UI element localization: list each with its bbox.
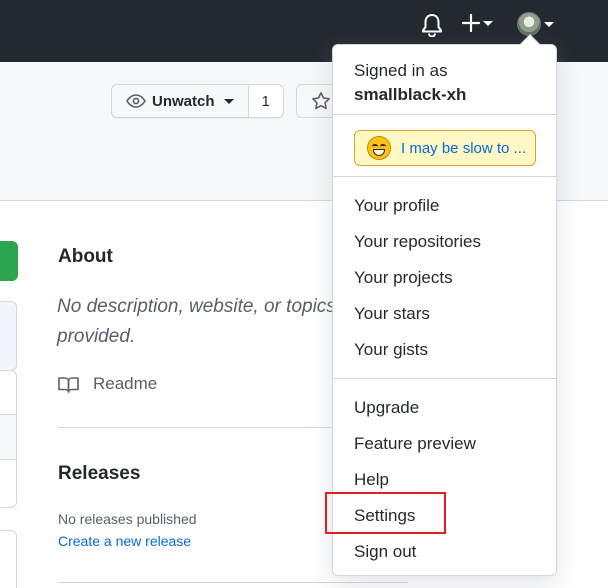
- unwatch-button[interactable]: Unwatch: [112, 85, 248, 117]
- menu-item-your-projects[interactable]: Your projects: [354, 267, 453, 289]
- readme-box: [0, 530, 17, 588]
- about-description: No description, website, or topics provi…: [57, 296, 336, 347]
- code-button[interactable]: [0, 241, 18, 281]
- status-text: I may be slow to ...: [401, 139, 527, 157]
- menu-divider: [333, 176, 556, 177]
- star-icon: [312, 92, 330, 110]
- avatar: [517, 12, 541, 36]
- menu-item-sign-out[interactable]: Sign out: [354, 541, 416, 563]
- signed-in-label: Signed in as: [354, 61, 448, 80]
- settings-highlight-box: [325, 492, 446, 534]
- create-release-link[interactable]: Create a new release: [58, 533, 191, 549]
- menu-item-help[interactable]: Help: [354, 469, 389, 491]
- menu-item-your-stars[interactable]: Your stars: [354, 303, 430, 325]
- menu-item-upgrade[interactable]: Upgrade: [354, 397, 419, 419]
- watchers-count[interactable]: 1: [247, 85, 283, 117]
- set-status-button[interactable]: I may be slow to ...: [354, 130, 536, 166]
- eye-icon: [126, 94, 146, 108]
- user-menu-toggle[interactable]: [517, 12, 554, 36]
- menu-divider: [333, 114, 556, 115]
- create-new-menu[interactable]: [462, 14, 493, 32]
- book-icon: [58, 376, 79, 393]
- about-heading: About: [58, 246, 113, 267]
- chevron-down-icon: [223, 98, 234, 104]
- commit-info: [0, 302, 16, 369]
- no-releases-text: No releases published: [58, 511, 197, 527]
- sidebar-divider: [58, 582, 408, 583]
- plus-icon: [462, 14, 480, 32]
- signed-in-header: Signed in as smallblack-xh: [354, 59, 466, 107]
- menu-divider: [333, 378, 556, 379]
- bell-icon[interactable]: [421, 13, 443, 42]
- menu-item-your-repositories[interactable]: Your repositories: [354, 231, 481, 253]
- username[interactable]: smallblack-xh: [354, 83, 466, 107]
- menu-item-feature-preview[interactable]: Feature preview: [354, 433, 476, 455]
- releases-heading[interactable]: Releases: [58, 463, 140, 485]
- grinning-emoji-icon: [367, 136, 391, 160]
- watch-button-group: Unwatch 1: [111, 84, 284, 118]
- sidebar-divider: [58, 427, 333, 428]
- readme-label: Readme: [93, 374, 158, 393]
- unwatch-label: Unwatch: [152, 92, 215, 110]
- menu-item-your-gists[interactable]: Your gists: [354, 339, 428, 361]
- readme-link[interactable]: Readme: [58, 374, 157, 394]
- file-row[interactable]: [0, 414, 16, 460]
- menu-item-your-profile[interactable]: Your profile: [354, 195, 439, 217]
- chevron-down-icon: [483, 20, 493, 26]
- chevron-down-icon: [544, 21, 554, 27]
